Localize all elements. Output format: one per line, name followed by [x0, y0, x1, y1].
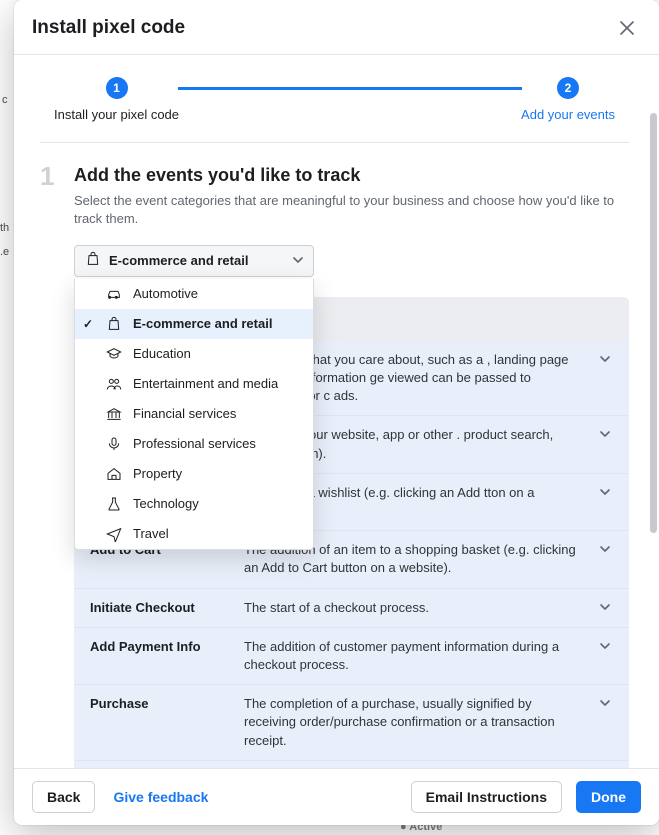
- stepper: 1 Install your pixel code 2 Add your eve…: [14, 55, 655, 132]
- chevron-down-icon: [599, 640, 611, 652]
- modal-body: 1 Install your pixel code 2 Add your eve…: [14, 55, 659, 768]
- event-row: SubscribeThe start of a paid subscriptio…: [74, 760, 629, 768]
- event-description: The completion of a purchase, usually si…: [244, 695, 581, 750]
- chevron-down-icon: [599, 601, 611, 613]
- dropdown-selected-label: E-commerce and retail: [109, 253, 248, 268]
- email-instructions-button[interactable]: Email Instructions: [411, 781, 562, 813]
- bg-text: c: [2, 94, 8, 106]
- dropdown-item-label: Entertainment and media: [133, 376, 278, 391]
- dropdown-item-professional-services[interactable]: Professional services: [75, 429, 313, 459]
- expand-event-button[interactable]: [595, 599, 615, 617]
- step-2-circle: 2: [557, 77, 579, 99]
- event-row: Initiate Checkout The start of a checkout…: [74, 588, 629, 627]
- event-name: Initiate Checkout: [90, 599, 230, 617]
- dropdown-item-label: Financial services: [133, 406, 236, 421]
- expand-event-button[interactable]: [595, 351, 615, 406]
- step-2[interactable]: 2 Add your events: [521, 77, 615, 122]
- dropdown-item-label: Property: [133, 466, 182, 481]
- section-description: Select the event categories that are mea…: [74, 192, 629, 229]
- modal-header: Install pixel code: [14, 0, 659, 55]
- dropdown-item-property[interactable]: Property: [75, 459, 313, 489]
- step-1[interactable]: 1 Install your pixel code: [54, 77, 179, 122]
- chevron-down-icon: [599, 697, 611, 709]
- section-title: Add the events you'd like to track: [74, 165, 629, 186]
- chevron-down-icon: [599, 428, 611, 440]
- section-number: 1: [40, 161, 54, 192]
- dropdown-item-label: Automotive: [133, 286, 198, 301]
- expand-event-button[interactable]: [595, 426, 615, 462]
- back-button[interactable]: Back: [32, 781, 95, 813]
- modal-title: Install pixel code: [32, 17, 185, 39]
- dropdown-item-e-commerce-and-retail[interactable]: ✓ E-commerce and retail: [75, 309, 313, 339]
- install-pixel-modal: Install pixel code 1 Install your pixel …: [14, 0, 659, 825]
- mic-icon: [105, 436, 123, 452]
- bg-text: th: [0, 222, 9, 234]
- category-dropdown-menu: Automotive ✓ E-commerce and retail Educatio…: [74, 279, 314, 550]
- close-icon: [620, 21, 634, 35]
- plane-icon: [105, 526, 123, 542]
- house-icon: [105, 466, 123, 482]
- give-feedback-link[interactable]: Give feedback: [109, 781, 212, 813]
- check-icon: ✓: [83, 317, 93, 331]
- scrollbar[interactable]: [650, 113, 657, 768]
- expand-event-button[interactable]: [595, 484, 615, 520]
- event-description: The addition of customer payment informa…: [244, 638, 581, 674]
- dropdown-item-education[interactable]: Education: [75, 339, 313, 369]
- dropdown-item-automotive[interactable]: Automotive: [75, 279, 313, 309]
- event-name: Add Payment Info: [90, 638, 230, 674]
- flask-icon: [105, 496, 123, 512]
- category-dropdown: E-commerce and retail Automotive✓E-comme…: [74, 245, 314, 277]
- section-add-events: 1 Add the events you'd like to track Sel…: [14, 143, 655, 768]
- category-dropdown-button[interactable]: E-commerce and retail: [74, 245, 314, 277]
- done-button[interactable]: Done: [576, 781, 641, 813]
- bank-icon: [105, 406, 123, 422]
- chevron-down-icon: [599, 543, 611, 555]
- grad-cap-icon: [105, 346, 123, 362]
- step-1-circle: 1: [106, 77, 128, 99]
- bag-icon: [105, 316, 123, 332]
- event-description: The start of a checkout process.: [244, 599, 581, 617]
- dropdown-item-label: Technology: [133, 496, 199, 511]
- close-button[interactable]: [613, 14, 641, 42]
- dropdown-item-entertainment-and-media[interactable]: Entertainment and media: [75, 369, 313, 399]
- event-row: Purchase The completion of a purchase, us…: [74, 684, 629, 760]
- event-name: Purchase: [90, 695, 230, 750]
- bag-icon: [85, 251, 101, 270]
- dropdown-item-label: E-commerce and retail: [133, 316, 272, 331]
- event-row: Add Payment Info The addition of customer…: [74, 627, 629, 684]
- dropdown-item-label: Education: [133, 346, 191, 361]
- chevron-down-icon: [599, 486, 611, 498]
- modal-footer: Back Give feedback Email Instructions Do…: [14, 768, 659, 825]
- expand-event-button[interactable]: [595, 695, 615, 750]
- chevron-down-icon: [599, 353, 611, 365]
- bg-text: .e: [0, 246, 9, 258]
- expand-event-button[interactable]: [595, 638, 615, 674]
- dropdown-item-label: Professional services: [133, 436, 256, 451]
- dropdown-item-technology[interactable]: Technology: [75, 489, 313, 519]
- people-icon: [105, 376, 123, 392]
- step-connector: [178, 87, 522, 90]
- dropdown-item-travel[interactable]: Travel: [75, 519, 313, 549]
- chevron-down-icon: [293, 253, 303, 268]
- dropdown-item-label: Travel: [133, 526, 169, 541]
- step-1-label: Install your pixel code: [54, 107, 179, 122]
- dropdown-item-financial-services[interactable]: Financial services: [75, 399, 313, 429]
- car-icon: [105, 286, 123, 302]
- scrollbar-thumb[interactable]: [650, 113, 657, 533]
- expand-event-button[interactable]: [595, 541, 615, 577]
- step-2-label: Add your events: [521, 107, 615, 122]
